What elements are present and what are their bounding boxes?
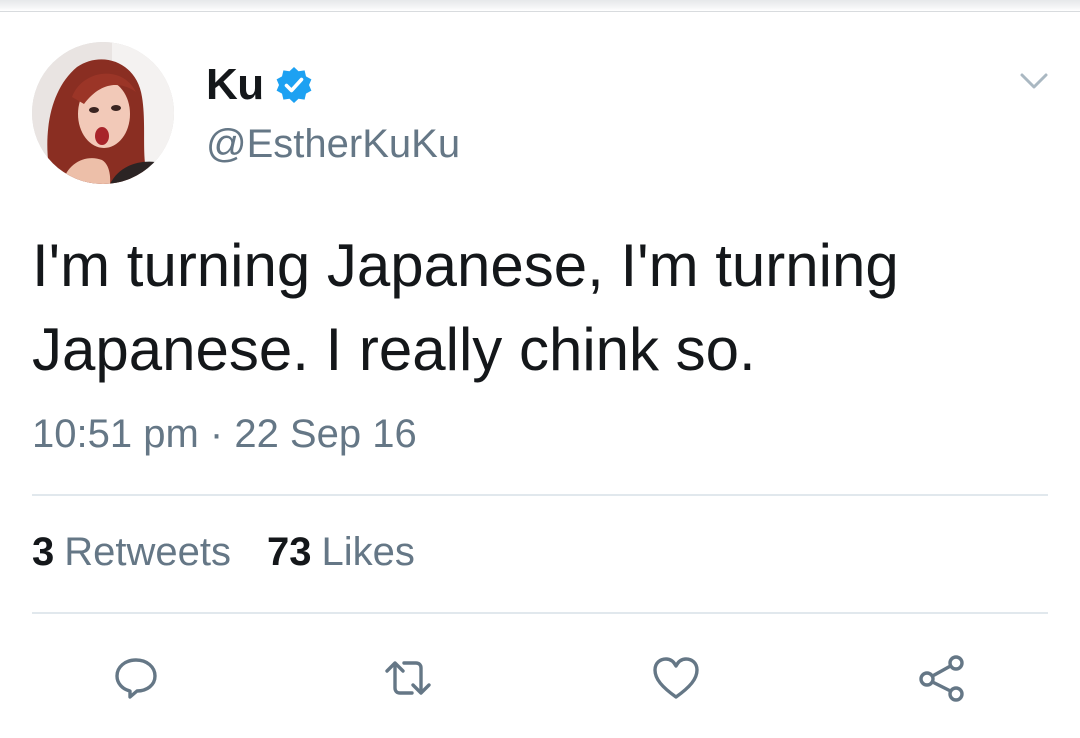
top-bar-edge — [0, 0, 1080, 12]
avatar-image — [32, 42, 174, 184]
tweet-timestamp[interactable]: 10:51 pm · 22 Sep 16 — [32, 412, 417, 457]
share-icon — [919, 655, 964, 702]
likes-count: 73 — [267, 530, 312, 574]
verified-badge-icon — [274, 65, 314, 105]
display-name[interactable]: Ku — [206, 60, 264, 110]
retweets-label: Retweets — [64, 530, 231, 574]
retweet-button[interactable] — [382, 652, 434, 704]
reply-button[interactable] — [110, 652, 162, 704]
like-button[interactable] — [650, 652, 702, 704]
likes-stat[interactable]: 73 Likes — [267, 530, 415, 575]
divider — [32, 612, 1048, 614]
tweet-stats: 3 Retweets 73 Likes — [32, 530, 451, 575]
avatar[interactable] — [32, 42, 174, 184]
tweet-text: I'm turning Japanese, I'm turning Japane… — [32, 232, 899, 383]
share-button[interactable] — [916, 652, 968, 704]
retweet-icon — [385, 661, 431, 695]
retweets-count: 3 — [32, 530, 55, 574]
author-name-row[interactable]: Ku — [206, 58, 314, 112]
reply-icon — [115, 658, 157, 699]
divider — [32, 494, 1048, 496]
retweets-stat[interactable]: 3 Retweets — [32, 530, 231, 575]
likes-label: Likes — [321, 530, 415, 574]
chevron-down-icon[interactable] — [1014, 66, 1054, 96]
username-handle[interactable]: @EstherKuKu — [206, 122, 460, 167]
heart-icon — [653, 657, 699, 699]
